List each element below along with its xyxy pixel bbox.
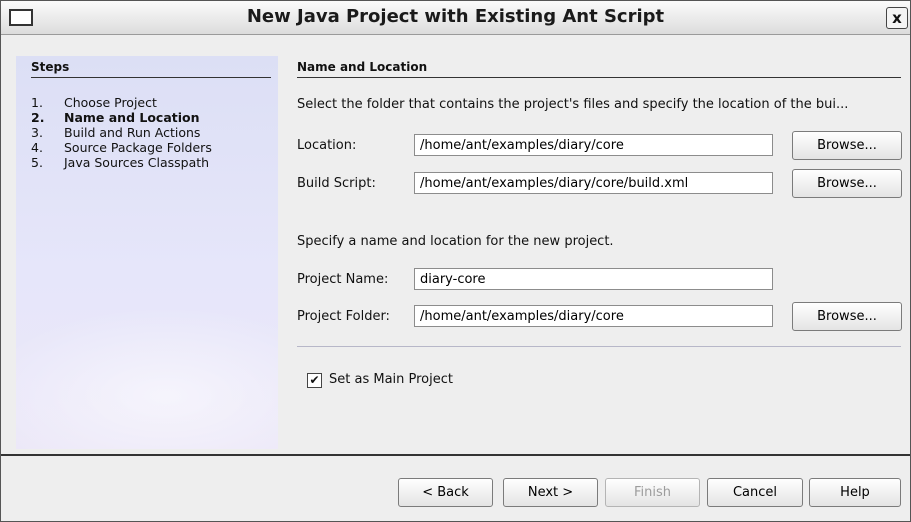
location-label: Location: xyxy=(297,138,357,153)
location-browse-button[interactable]: Browse... xyxy=(792,131,902,160)
step-label: Name and Location xyxy=(64,110,200,125)
project-name-label: Project Name: xyxy=(297,272,389,287)
step-label: Source Package Folders xyxy=(64,140,212,155)
build-script-browse-button[interactable]: Browse... xyxy=(792,169,902,198)
build-script-label: Build Script: xyxy=(297,176,376,191)
step-label: Choose Project xyxy=(64,95,157,110)
section-title: Name and Location xyxy=(297,60,901,78)
steps-list: 1. Choose Project 2. Name and Location 3. B… xyxy=(31,95,212,170)
step-label: Java Sources Classpath xyxy=(64,155,210,170)
next-button[interactable]: Next > xyxy=(503,478,598,507)
step-item: 5. Java Sources Classpath xyxy=(31,155,210,170)
decorative-swoosh xyxy=(16,306,278,449)
project-folder-label: Project Folder: xyxy=(297,309,390,324)
main-project-checkbox[interactable]: ✔ xyxy=(307,373,322,388)
step-item: 3. Build and Run Actions xyxy=(31,125,201,140)
instruction-text: Select the folder that contains the proj… xyxy=(297,97,849,112)
location-input[interactable] xyxy=(414,134,773,156)
content-panel: Name and Location Select the folder that… xyxy=(297,56,902,449)
dialog-title: New Java Project with Existing Ant Scrip… xyxy=(246,6,665,27)
project-name-input[interactable] xyxy=(414,268,773,290)
build-script-input[interactable] xyxy=(414,172,773,194)
footer-separator xyxy=(1,454,910,456)
project-folder-browse-button[interactable]: Browse... xyxy=(792,302,902,331)
step-item: 4. Source Package Folders xyxy=(31,140,212,155)
back-button[interactable]: < Back xyxy=(398,478,493,507)
project-folder-input[interactable] xyxy=(414,305,773,327)
step-item: 1. Choose Project xyxy=(31,95,157,110)
steps-header: Steps xyxy=(31,60,271,78)
separator xyxy=(297,346,901,347)
step-item-active: 2. Name and Location xyxy=(31,110,200,125)
step-label: Build and Run Actions xyxy=(64,125,201,140)
steps-panel: Steps 1. Choose Project 2. Name and Locati… xyxy=(16,56,278,449)
finish-button[interactable]: Finish xyxy=(605,478,700,507)
title-bar[interactable]: New Java Project with Existing Ant Scrip… xyxy=(1,1,910,35)
close-icon[interactable]: x xyxy=(886,7,908,29)
main-project-label[interactable]: Set as Main Project xyxy=(329,372,453,387)
dialog-window: New Java Project with Existing Ant Scrip… xyxy=(0,0,911,522)
help-button[interactable]: Help xyxy=(809,478,901,507)
instruction-text-2: Specify a name and location for the new … xyxy=(297,234,614,249)
cancel-button[interactable]: Cancel xyxy=(707,478,803,507)
